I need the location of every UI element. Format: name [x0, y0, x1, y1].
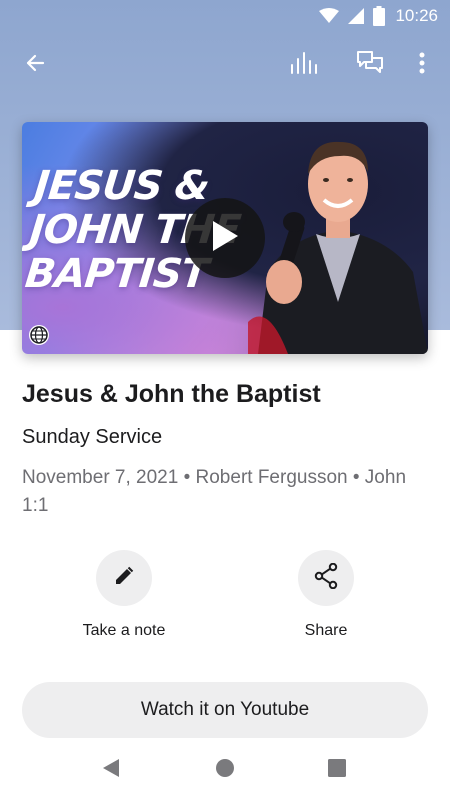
signal-icon [347, 7, 365, 25]
nav-home-icon [215, 758, 235, 783]
play-icon [210, 219, 240, 258]
watch-youtube-button[interactable]: Watch it on Youtube [22, 682, 428, 738]
share-action[interactable]: Share [256, 550, 396, 640]
share-icon [314, 562, 338, 594]
pencil-icon [114, 566, 134, 591]
sermon-meta: November 7, 2021 • Robert Fergusson • Jo… [22, 467, 407, 516]
take-note-button[interactable] [96, 550, 152, 606]
more-options-button[interactable] [397, 40, 447, 90]
system-nav-bar [0, 746, 450, 794]
nav-home-button[interactable] [201, 746, 249, 794]
more-vert-icon [419, 52, 425, 79]
chat-icon [356, 50, 384, 81]
nav-recents-icon [327, 758, 347, 783]
wifi-icon [319, 8, 340, 24]
arrow-back-icon [23, 51, 47, 80]
battery-icon [373, 6, 386, 26]
back-button[interactable] [10, 40, 60, 90]
sermon-subtitle: Sunday Service [22, 426, 163, 448]
audio-button[interactable] [280, 40, 330, 90]
share-button[interactable] [298, 550, 354, 606]
nav-back-button[interactable] [87, 746, 135, 794]
audio-bars-icon [290, 51, 320, 80]
chat-button[interactable] [345, 40, 395, 90]
video-thumbnail[interactable]: JESUS & JOHN THE BAPTIST [22, 122, 428, 354]
sermon-title: Jesus & John the Baptist [22, 380, 321, 408]
presenter-image [248, 122, 428, 354]
status-time: 10:26 [395, 6, 438, 25]
status-bar: 10:26 [0, 0, 450, 32]
nav-recents-button[interactable] [313, 746, 361, 794]
take-note-label: Take a note [82, 622, 166, 639]
play-button[interactable] [185, 198, 265, 278]
globe-icon [28, 324, 50, 346]
nav-back-icon [101, 757, 121, 784]
take-note-action[interactable]: Take a note [54, 550, 194, 640]
share-label: Share [304, 622, 348, 639]
app-bar [0, 40, 450, 90]
